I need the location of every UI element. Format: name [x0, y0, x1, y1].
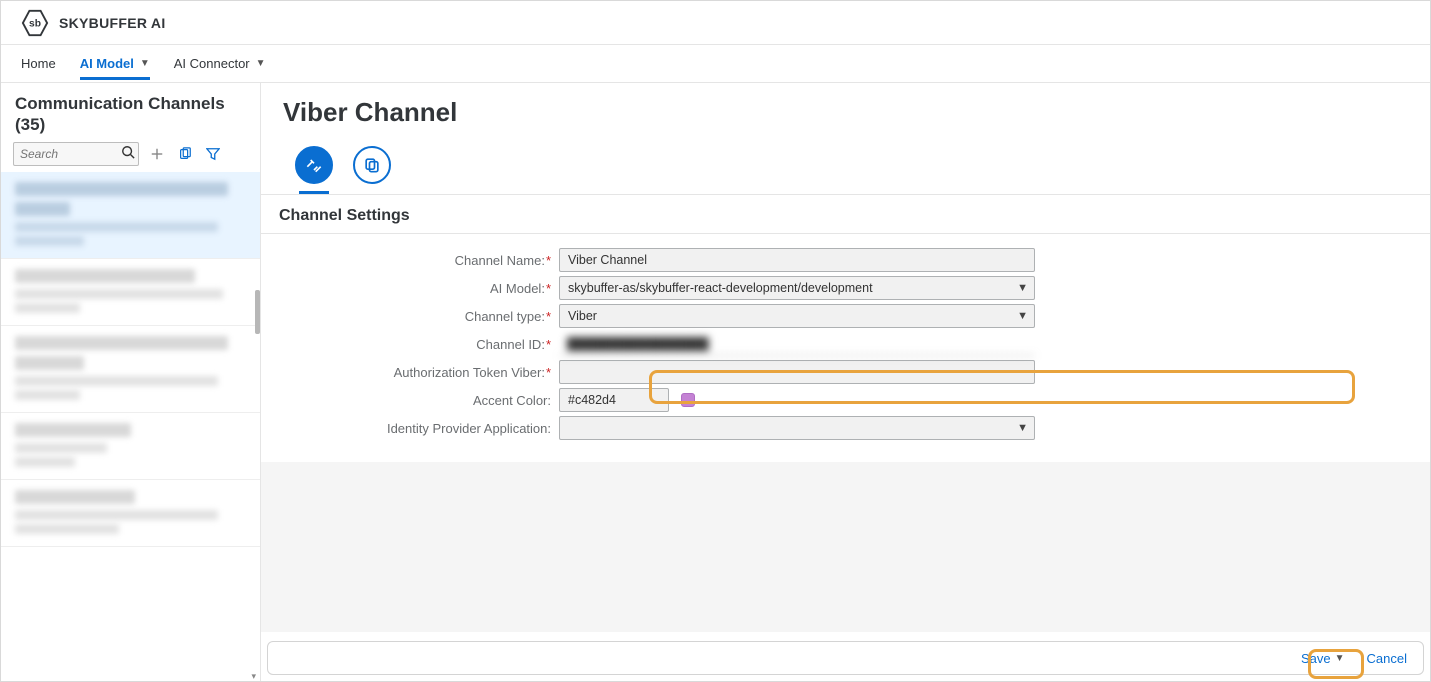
label-channel-name: Channel Name:*: [279, 253, 559, 268]
footer-bar: Save ▼ Cancel: [267, 641, 1424, 675]
svg-text:sb: sb: [29, 18, 41, 29]
accent-color-swatch[interactable]: [681, 393, 695, 407]
ai-model-select[interactable]: skybuffer-as/skybuffer-react-development…: [559, 276, 1035, 300]
label-auth-token: Authorization Token Viber:*: [279, 365, 559, 380]
main-nav: Home AI Model ▼ AI Connector ▼: [1, 45, 1430, 83]
channel-id-input[interactable]: [559, 332, 1035, 356]
filter-icon[interactable]: [203, 144, 223, 164]
tab-secondary[interactable]: [353, 146, 391, 184]
tab-channel-settings[interactable]: [295, 146, 333, 184]
chevron-down-icon: ▼: [1335, 653, 1345, 664]
list-item[interactable]: [1, 326, 260, 413]
app-logo-icon: sb: [21, 9, 49, 37]
copy-icon[interactable]: [175, 144, 195, 164]
channel-type-select[interactable]: Viber ▼: [559, 304, 1035, 328]
nav-ai-model[interactable]: AI Model ▼: [80, 50, 150, 80]
chevron-down-icon: ▼: [140, 58, 150, 69]
sidebar-resize-handle[interactable]: ▾: [1, 671, 260, 681]
page-title: Viber Channel: [283, 97, 1408, 128]
nav-ai-model-label: AI Model: [80, 56, 134, 71]
chevron-down-icon: ▼: [256, 58, 266, 69]
chevron-down-icon: ▼: [1017, 310, 1028, 322]
nav-home[interactable]: Home: [21, 50, 56, 77]
sidebar-toolbar: [1, 138, 260, 172]
chevron-down-icon: ▼: [1017, 422, 1028, 434]
nav-ai-connector-label: AI Connector: [174, 56, 250, 71]
scrollbar-thumb[interactable]: [255, 290, 260, 334]
label-accent-color: Accent Color:: [279, 393, 559, 408]
accent-color-input[interactable]: [559, 388, 669, 412]
section-title: Channel Settings: [261, 195, 1430, 234]
nav-home-label: Home: [21, 56, 56, 71]
brand-title: SKYBUFFER AI: [59, 15, 166, 31]
list-item[interactable]: [1, 172, 260, 259]
label-channel-type: Channel type:*: [279, 309, 559, 324]
tab-strip: [261, 146, 1430, 195]
list-item[interactable]: [1, 480, 260, 547]
auth-token-input[interactable]: [559, 360, 1035, 384]
label-channel-id: Channel ID:*: [279, 337, 559, 352]
nav-ai-connector[interactable]: AI Connector ▼: [174, 50, 266, 77]
sidebar: Communication Channels (35): [1, 83, 261, 681]
topbar: sb SKYBUFFER AI: [1, 1, 1430, 45]
sidebar-search[interactable]: [13, 142, 139, 166]
add-icon[interactable]: [147, 144, 167, 164]
search-icon[interactable]: [121, 145, 135, 162]
list-item[interactable]: [1, 259, 260, 326]
save-button[interactable]: Save ▼: [1295, 647, 1351, 670]
main-panel: Viber Channel Channel Settings Channel N…: [261, 83, 1430, 681]
sidebar-title: Communication Channels (35): [1, 83, 260, 138]
label-idp-application: Identity Provider Application:: [279, 421, 559, 436]
idp-application-select[interactable]: ▼: [559, 416, 1035, 440]
chevron-down-icon: ▼: [1017, 282, 1028, 294]
list-item[interactable]: [1, 413, 260, 480]
sidebar-list[interactable]: [1, 172, 260, 672]
label-ai-model: AI Model:*: [279, 281, 559, 296]
channel-name-input[interactable]: [559, 248, 1035, 272]
cancel-button[interactable]: Cancel: [1361, 647, 1413, 670]
